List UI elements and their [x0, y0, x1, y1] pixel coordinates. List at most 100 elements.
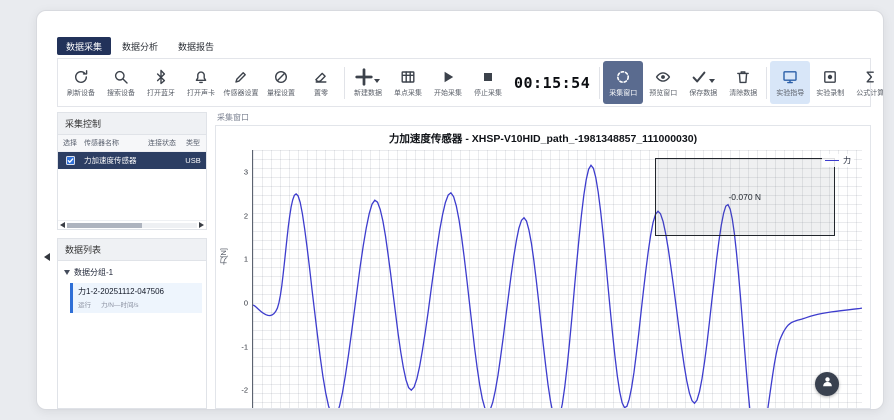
- collect-window-button[interactable]: 采集窗口: [603, 61, 643, 104]
- y-axis-tick-label: 1: [226, 255, 248, 264]
- experiment-record-button[interactable]: 实验录制: [810, 61, 850, 104]
- column-header: 传感器名称: [82, 135, 144, 151]
- toolbar-button-label: 新建数据: [354, 88, 382, 98]
- data-group-row[interactable]: 数据分组-1: [62, 265, 202, 280]
- toolbar-button-label: 刷新设备: [67, 88, 95, 98]
- stop-icon: [480, 69, 496, 85]
- column-header: 类型: [180, 135, 206, 151]
- chart-content: 采集窗口 力加速度传感器 - XHSP-V10HID_path_-1981348…: [215, 112, 871, 409]
- toolbar-button-label: 传感器设置: [224, 88, 259, 98]
- refresh-icon: [73, 69, 89, 85]
- tab-data-collect[interactable]: 数据采集: [57, 37, 111, 55]
- main-tab-bar: 数据采集数据分析数据报告: [57, 37, 223, 55]
- sensor-table-header: 选择传感器名称连接状态类型: [58, 135, 206, 152]
- y-axis-tick-label: -2: [226, 386, 248, 395]
- stop-collect-button[interactable]: 停止采集: [468, 61, 508, 104]
- toolbar-separator: [344, 67, 345, 99]
- selection-value-label: -0.070 N: [728, 192, 761, 202]
- scrollbar-thumb[interactable]: [67, 223, 142, 228]
- toolbar-separator: [599, 67, 600, 99]
- collect-control-panel: 采集控制 选择传感器名称连接状态类型力加速度传感器USB: [57, 112, 207, 230]
- tab-data-report[interactable]: 数据报告: [169, 37, 223, 55]
- collapse-sidebar-arrow-icon[interactable]: [44, 253, 50, 261]
- plot-wrap: -0.070 N力 3210-1-2力[N]: [252, 150, 862, 408]
- trash-icon: [735, 69, 751, 85]
- chart-panel: 力加速度传感器 - XHSP-V10HID_path_-1981348857_1…: [215, 125, 871, 409]
- data-item-status: 运行: [78, 299, 91, 309]
- grid-icon: [400, 69, 416, 85]
- monitor-icon: [782, 69, 798, 85]
- experiment-guide-button[interactable]: 实验指导: [770, 61, 810, 104]
- toolbar-button-label: 公式计算: [856, 88, 884, 98]
- sensor-checkbox[interactable]: [66, 156, 75, 165]
- y-axis-tick-label: -1: [226, 342, 248, 351]
- sensor-table-empty-space: [58, 169, 206, 220]
- caret-down-icon: [374, 79, 380, 83]
- legend-line-swatch: [825, 160, 839, 161]
- check-icon: [691, 69, 707, 85]
- scroll-right-icon[interactable]: [199, 222, 204, 228]
- record-icon: [822, 69, 838, 85]
- sensor-row[interactable]: 力加速度传感器USB: [58, 152, 206, 169]
- sensor-name: 力加速度传感器: [82, 155, 144, 166]
- clear-data-button[interactable]: 清除数据: [723, 61, 763, 104]
- toolbar-separator: [766, 67, 767, 99]
- bluetooth-icon: [153, 69, 169, 85]
- toolbar-button-label: 置零: [314, 88, 328, 98]
- user-floating-button[interactable]: [815, 372, 839, 396]
- toolbar-button-label: 量程设置: [267, 88, 295, 98]
- dashed-circle-icon: [615, 69, 631, 85]
- column-header: 选择: [58, 135, 82, 151]
- formula-icon: [862, 69, 878, 85]
- eraser-icon: [313, 69, 329, 85]
- data-tree: 数据分组-1 力1-2-20251112-047506 运行力/N—时间/s: [58, 261, 206, 317]
- pen-icon: [233, 69, 249, 85]
- preview-window-button[interactable]: 预览窗口: [643, 61, 683, 104]
- timer-display: 00:15:54: [514, 74, 590, 92]
- refresh-devices-button[interactable]: 刷新设备: [61, 61, 101, 104]
- toolbar-button-label: 开始采集: [434, 88, 462, 98]
- y-axis-tick-label: 3: [226, 167, 248, 176]
- toolbar-button-label: 保存数据: [689, 88, 717, 98]
- chart-plot-area[interactable]: -0.070 N 力: [252, 150, 862, 408]
- zero-set-button[interactable]: 置零: [301, 61, 341, 104]
- single-point-button[interactable]: 单点采集: [388, 61, 428, 104]
- sensor-settings-button[interactable]: 传感器设置: [221, 61, 261, 104]
- toolbar-button-label: 预览窗口: [649, 88, 677, 98]
- y-axis-label: 力[N]: [218, 248, 229, 265]
- search-icon: [113, 69, 129, 85]
- start-collect-button[interactable]: 开始采集: [428, 61, 468, 104]
- sensor-table: 选择传感器名称连接状态类型力加速度传感器USB: [58, 135, 206, 169]
- y-axis-tick-label: 2: [226, 211, 248, 220]
- zoom-selection-box[interactable]: -0.070 N: [655, 158, 835, 237]
- legend-series-label: 力: [843, 155, 851, 166]
- open-soundcard-button[interactable]: 打开声卡: [181, 61, 221, 104]
- data-list-panel: 数据列表 数据分组-1 力1-2-20251112-047506 运行力/N—时间/…: [57, 238, 207, 409]
- slash-circle-icon: [273, 69, 289, 85]
- new-data-button[interactable]: 新建数据: [348, 61, 388, 104]
- range-settings-button[interactable]: 量程设置: [261, 61, 301, 104]
- toolbar-button-label: 打开蓝牙: [147, 88, 175, 98]
- y-axis-tick-label: 0: [226, 298, 248, 307]
- search-devices-button[interactable]: 搜索设备: [101, 61, 141, 104]
- data-item-axes: 力/N—时间/s: [101, 299, 139, 309]
- scrollbar-track[interactable]: [67, 223, 197, 228]
- open-bluetooth-button[interactable]: 打开蓝牙: [141, 61, 181, 104]
- toolbar-button-label: 打开声卡: [187, 88, 215, 98]
- caret-down-icon: [709, 79, 715, 83]
- chart-legend: 力: [822, 154, 854, 167]
- save-data-button[interactable]: 保存数据: [683, 61, 723, 104]
- toolbar-button-label: 清除数据: [729, 88, 757, 98]
- toolbar-button-label: 实验录制: [816, 88, 844, 98]
- tab-data-analysis[interactable]: 数据分析: [113, 37, 167, 55]
- data-list-item[interactable]: 力1-2-20251112-047506 运行力/N—时间/s: [70, 283, 202, 313]
- sidebar: 采集控制 选择传感器名称连接状态类型力加速度传感器USB 数据列表 数据分组-1…: [57, 112, 207, 409]
- horizontal-scrollbar[interactable]: [58, 220, 206, 229]
- data-list-title: 数据列表: [58, 239, 206, 261]
- toolbar-button-label: 实验指导: [776, 88, 804, 98]
- scroll-left-icon[interactable]: [60, 222, 65, 228]
- main-area: 采集控制 选择传感器名称连接状态类型力加速度传感器USB 数据列表 数据分组-1…: [57, 112, 871, 409]
- formula-calc-button[interactable]: 公式计算: [850, 61, 884, 104]
- data-item-title: 力1-2-20251112-047506: [78, 286, 197, 297]
- toolbar-button-label: 搜索设备: [107, 88, 135, 98]
